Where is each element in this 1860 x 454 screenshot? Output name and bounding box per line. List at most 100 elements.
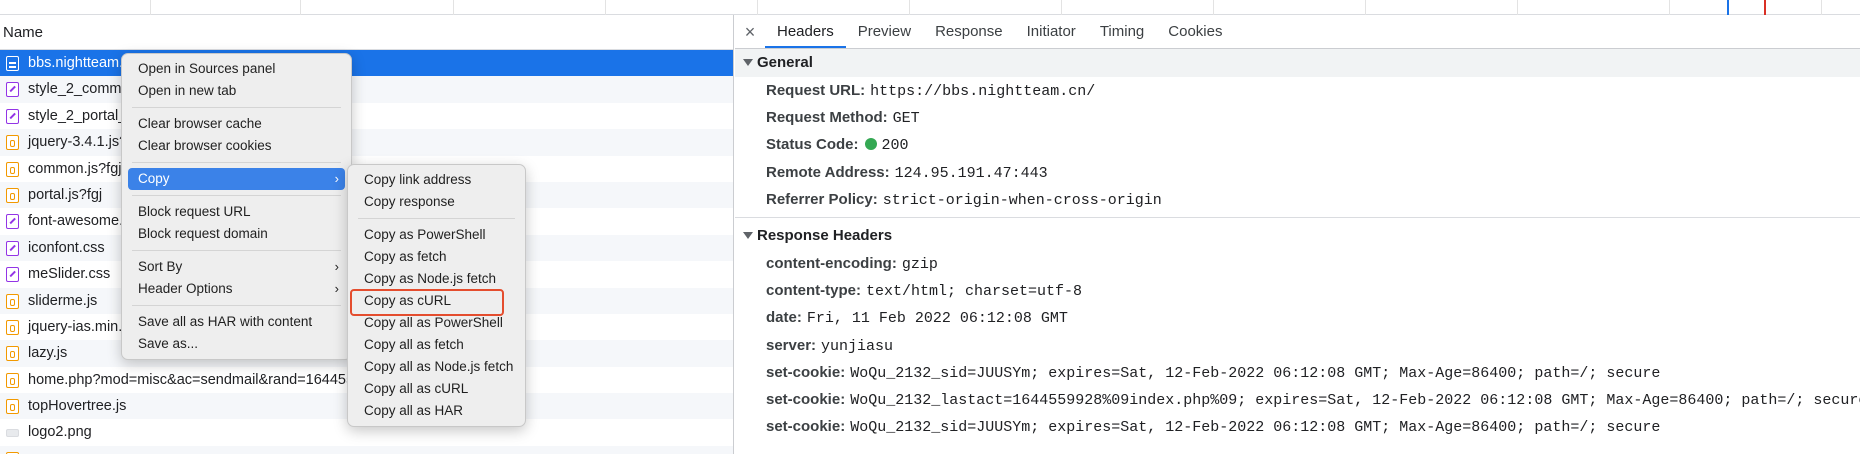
menu-item-copy-link-address[interactable]: Copy link address [354,169,519,191]
name-column-header[interactable]: Name [0,15,733,50]
response-header-rows: content-encoding: gzip content-type: text/h… [735,250,1860,440]
timeline-tick [150,0,151,15]
css-file-icon [6,108,19,124]
menu-item-label: Copy all as PowerShell [364,315,503,330]
tab-timing[interactable]: Timing [1088,15,1156,48]
menu-item-label: Copy as fetch [364,249,447,264]
tab-headers[interactable]: Headers [765,15,846,48]
general-row: Request Method: GET [735,104,1860,131]
request-row[interactable] [0,445,733,454]
menu-item-copy-all-as-powershell[interactable]: Copy all as PowerShell [354,312,519,334]
menu-item-clear-browser-cache[interactable]: Clear browser cache [128,113,345,135]
css-file-icon [6,267,19,283]
header-key: Remote Address: [766,163,890,181]
header-value: https://bbs.nightteam.cn/ [870,83,1096,100]
menu-item-copy-as-fetch[interactable]: Copy as fetch [354,246,519,268]
header-key: Status Code: [766,136,859,154]
menu-item-copy-as-powershell[interactable]: Copy as PowerShell [354,224,519,246]
chevron-right-icon: › [334,259,339,274]
menu-item-label: Block request domain [138,226,268,241]
header-value: GET [892,110,920,128]
general-section: General Request URL: https://bbs.nighttea… [735,49,1860,218]
menu-separator [132,195,341,196]
header-key: Request Method: [766,109,888,127]
tab-cookies[interactable]: Cookies [1156,15,1234,48]
request-name: common.js?fgj [28,160,122,177]
menu-separator [132,305,341,306]
request-name: lazy.js [28,345,68,362]
menu-item-label: Copy [138,171,170,186]
request-row[interactable]: bbs.nightteam.cn [0,50,733,77]
response-header-row: content-encoding: gzip [735,250,1860,277]
timeline-overview[interactable] [0,0,1860,15]
tab-initiator[interactable]: Initiator [1015,15,1088,48]
menu-item-save-all-as-har-with-content[interactable]: Save all as HAR with content [128,311,345,333]
header-key: content-type: [766,282,861,300]
timeline-tick [453,0,454,15]
tab-response[interactable]: Response [923,15,1015,48]
header-value: yunjiasu [821,337,894,355]
menu-item-label: Header Options [138,281,233,296]
menu-item-copy-as-curl[interactable]: Copy as cURL [354,290,519,312]
menu-item-label: Copy all as Node.js fetch [364,359,514,374]
response-header-row: server: yunjiasu [735,332,1860,359]
menu-item-copy-response[interactable]: Copy response [354,191,519,213]
menu-item-block-request-url[interactable]: Block request URL [128,201,345,223]
response-headers-title: Response Headers [757,226,893,244]
menu-item-copy-all-as-curl[interactable]: Copy all as cURL [354,378,519,400]
timeline-tick [1669,0,1670,15]
request-row[interactable]: style_2_common.css?fgj [0,76,733,103]
request-row[interactable]: style_2_portal_index.css?fgj [0,103,733,129]
css-file-icon [6,82,19,98]
menu-item-block-request-domain[interactable]: Block request domain [128,223,345,245]
general-row: Referrer Policy: strict-origin-when-cross… [735,186,1860,213]
header-key: Request URL: [766,82,866,99]
menu-item-label: Open in new tab [138,83,237,98]
menu-item-save-as[interactable]: Save as... [128,333,345,355]
menu-item-sort-by[interactable]: Sort By › [128,256,345,278]
menu-item-label: Sort By [138,259,183,274]
general-section-header[interactable]: General [735,49,1860,77]
header-value: text/html; charset=utf-8 [866,283,1083,301]
menu-item-copy[interactable]: Copy › [128,168,345,190]
response-header-row: set-cookie: WoQu_2132_lastact=1644559928%… [735,386,1860,413]
menu-item-label: Copy response [364,194,455,209]
general-row: Remote Address: 124.95.191.47:443 [735,159,1860,186]
response-headers-section: Response Headers content-encoding: gzip co… [735,218,1860,440]
header-value: Fri, 11 Feb 2022 06:12:08 GMT [806,310,1068,328]
timeline-tick [300,0,301,15]
request-row[interactable]: jquery-3.4.1.js?fgj [0,129,733,156]
response-headers-header[interactable]: Response Headers [735,222,1860,250]
header-value: WoQu_2132_sid=JUUSYm; expires=Sat, 12-Fe… [850,364,1661,382]
header-key: set-cookie: [766,390,846,408]
menu-item-copy-all-as-fetch[interactable]: Copy all as fetch [354,334,519,356]
request-name: sliderme.js [28,292,98,309]
img-file-icon [6,429,19,438]
tab-preview[interactable]: Preview [846,15,923,48]
menu-item-header-options[interactable]: Header Options › [128,278,345,300]
close-details-button[interactable]: × [735,15,765,48]
menu-item-copy-all-as-har[interactable]: Copy all as HAR [354,400,519,422]
menu-item-copy-all-as-node-js-fetch[interactable]: Copy all as Node.js fetch [354,356,519,378]
menu-item-open-in-sources-panel[interactable]: Open in Sources panel [128,58,345,80]
menu-item-open-in-new-tab[interactable]: Open in new tab [128,80,345,102]
timeline-tick [909,0,910,15]
details-tab-bar: × Headers Preview Response Initiator Timing C… [735,15,1860,49]
request-name: meSlider.css [28,266,111,283]
load-event-marker [1764,0,1766,15]
menu-item-label: Copy as PowerShell [364,227,486,242]
menu-item-copy-as-node-js-fetch[interactable]: Copy as Node.js fetch [354,268,519,290]
menu-item-label: Copy link address [364,172,472,187]
menu-item-clear-browser-cookies[interactable]: Clear browser cookies [128,135,345,157]
menu-item-label: Copy all as fetch [364,337,464,352]
timeline-tick [1517,0,1518,15]
header-key: date: [766,309,802,327]
triangle-down-icon [743,231,753,239]
timeline-tick [1365,0,1366,15]
header-key: set-cookie: [766,363,846,381]
menu-separator [132,107,341,108]
doc-file-icon [6,56,19,71]
header-value: WoQu_2132_sid=JUUSYm; expires=Sat, 12-Fe… [850,419,1661,437]
general-row: Status Code: 200 [735,131,1860,158]
js-file-icon [6,161,19,177]
